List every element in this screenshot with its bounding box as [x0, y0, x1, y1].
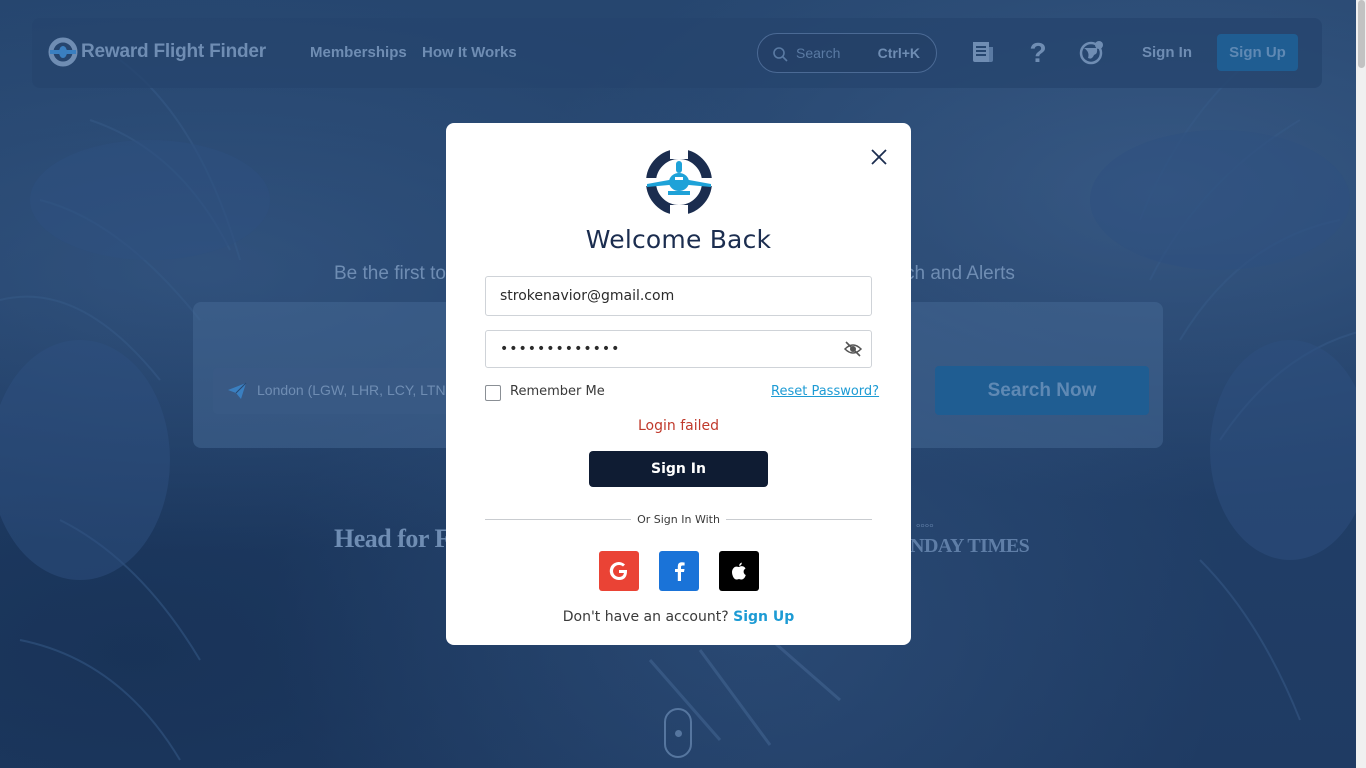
remember-me-label[interactable]: Remember Me: [510, 384, 605, 399]
scroll-down-indicator[interactable]: [664, 708, 692, 758]
signup-prompt: Don't have an account? Sign Up: [446, 609, 911, 625]
help-icon[interactable]: ?: [1024, 38, 1052, 66]
press-logo: NDAY TIMES: [910, 535, 1030, 557]
apple-icon: [732, 562, 746, 580]
page-scrollbar[interactable]: [1356, 0, 1366, 768]
scroll-dot: [675, 730, 682, 737]
divider-label-text: Or Sign In With: [631, 513, 726, 526]
login-error-message: Login failed: [637, 418, 719, 434]
paper-plane-icon: [228, 382, 247, 399]
globe-icon[interactable]: [1078, 38, 1106, 66]
brand-name: Reward Flight Finder: [81, 41, 266, 62]
close-icon[interactable]: [869, 147, 889, 167]
origin-value: London (LGW, LHR, LCY, LTN,: [257, 382, 450, 398]
hero-subtitle-end: ch and Alerts: [905, 263, 1015, 284]
origin-input[interactable]: London (LGW, LHR, LCY, LTN,: [213, 368, 453, 414]
sign-in-button[interactable]: Sign In: [589, 451, 768, 487]
brand-logo-icon: [646, 149, 712, 215]
press-logo-crest: °°°°: [916, 522, 934, 534]
google-icon: [609, 562, 627, 581]
top-navbar: Reward Flight Finder Memberships How It …: [32, 18, 1322, 88]
news-icon[interactable]: [969, 38, 997, 66]
hero-subtitle: Be the first to: [334, 263, 446, 284]
login-modal: Welcome Back Remember Me Reset Password?…: [446, 123, 911, 645]
signup-link[interactable]: Sign Up: [733, 609, 794, 625]
nav-how-it-works[interactable]: How It Works: [422, 44, 517, 61]
email-field[interactable]: [485, 276, 872, 316]
divider-label: Or Sign In With: [446, 513, 911, 526]
nav-signin-link[interactable]: Sign In: [1142, 44, 1192, 61]
brand-link[interactable]: Reward Flight Finder: [48, 37, 266, 67]
search-now-button[interactable]: Search Now: [935, 366, 1149, 415]
nav-signup-button[interactable]: Sign Up: [1217, 34, 1298, 71]
remember-me-checkbox[interactable]: [485, 385, 501, 401]
no-account-text: Don't have an account?: [562, 609, 729, 625]
password-field[interactable]: [485, 330, 872, 368]
apple-signin-button[interactable]: [719, 551, 759, 591]
search-icon: [773, 47, 788, 62]
reset-password-link[interactable]: Reset Password?: [771, 384, 879, 399]
eye-slash-icon[interactable]: [843, 339, 863, 359]
google-signin-button[interactable]: [599, 551, 639, 591]
facebook-icon: [675, 562, 685, 581]
nav-memberships[interactable]: Memberships: [310, 44, 407, 61]
scrollbar-thumb[interactable]: [1358, 0, 1365, 68]
facebook-signin-button[interactable]: [659, 551, 699, 591]
modal-title: Welcome Back: [585, 225, 772, 254]
press-quote: Head for F: [334, 524, 450, 553]
search-placeholder: Search: [796, 45, 841, 61]
svg-text:?: ?: [1029, 38, 1046, 66]
search-shortcut: Ctrl+K: [877, 45, 920, 61]
brand-logo-icon: [48, 37, 78, 67]
site-search[interactable]: Search Ctrl+K: [757, 33, 937, 73]
